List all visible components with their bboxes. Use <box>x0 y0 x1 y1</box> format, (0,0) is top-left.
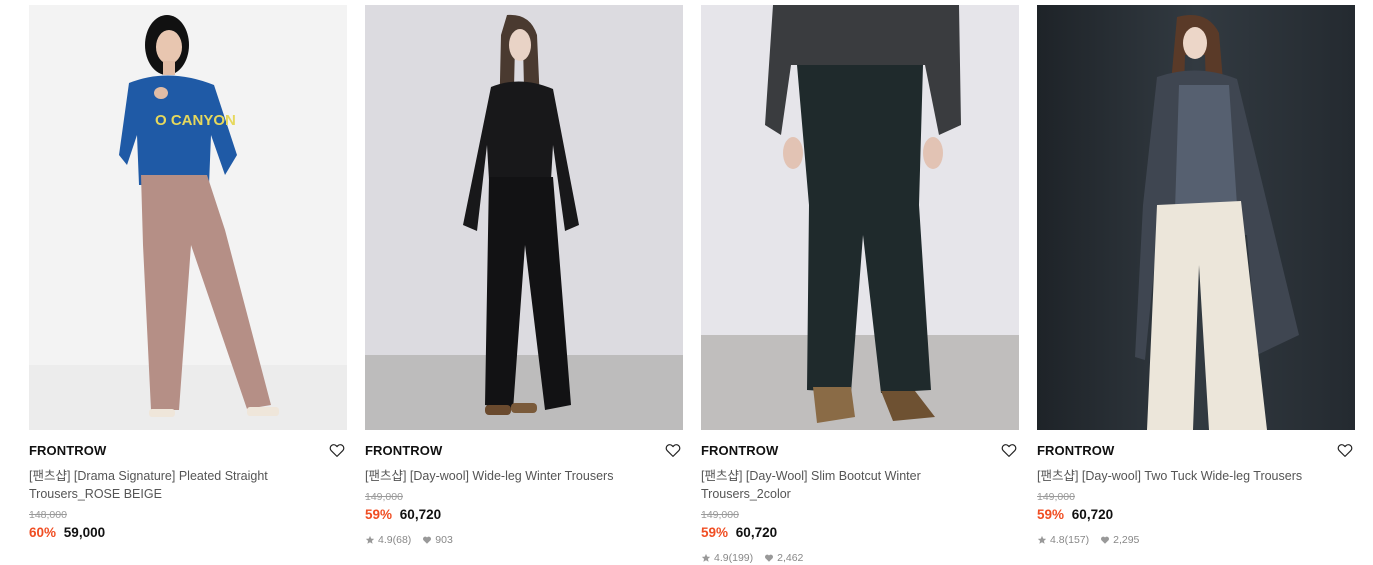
product-photo-2 <box>365 5 683 430</box>
product-info: FRONTROW [팬츠샵] [Day-wool] Two Tuck Wide-… <box>1037 430 1355 547</box>
sale-price: 60,720 <box>1071 507 1114 522</box>
product-image[interactable] <box>365 5 683 430</box>
wishlist-heart-icon[interactable] <box>1000 441 1018 459</box>
star-icon <box>365 535 375 544</box>
product-card[interactable]: FRONTROW [팬츠샵] [Day-Wool] Slim Bootcut W… <box>701 5 1019 565</box>
price-row: 60% 59,000 <box>29 524 347 542</box>
discount-rate: 59% <box>365 507 393 522</box>
sale-price: 60,720 <box>735 525 778 540</box>
product-info: FRONTROW [팬츠샵] [Day-Wool] Slim Bootcut W… <box>701 430 1019 565</box>
wishlist-heart-icon[interactable] <box>328 441 346 459</box>
product-card[interactable]: FRONTROW [팬츠샵] [Day-wool] Wide-leg Winte… <box>365 5 683 565</box>
product-name[interactable]: [팬츠샵] [Day-wool] Wide-leg Winter Trouser… <box>365 467 665 485</box>
price-row: 59% 60,720 <box>701 524 1019 542</box>
rating-likes: 4.9 (68) 903 <box>365 533 683 547</box>
discount-rate: 59% <box>1037 507 1065 522</box>
product-name[interactable]: [팬츠샵] [Drama Signature] Pleated Straight… <box>29 467 329 503</box>
brand-name[interactable]: FRONTROW <box>365 443 683 459</box>
original-price: 149,000 <box>365 491 403 503</box>
review-count: (157) <box>1064 534 1090 546</box>
product-image[interactable] <box>1037 5 1355 430</box>
sale-price: 60,720 <box>399 507 442 522</box>
price-row: 59% 60,720 <box>1037 506 1355 524</box>
product-card[interactable]: O CANYON FRONTROW [팬츠샵] [Drama Signature… <box>29 5 347 565</box>
product-image[interactable]: O CANYON <box>29 5 347 430</box>
rating-likes: 4.9 (199) 2,462 <box>701 551 1019 565</box>
brand-name[interactable]: FRONTROW <box>1037 443 1355 459</box>
discount-rate: 59% <box>701 525 729 540</box>
product-info: FRONTROW [팬츠샵] [Day-wool] Wide-leg Winte… <box>365 430 683 547</box>
price-row: 59% 60,720 <box>365 506 683 524</box>
original-price: 149,000 <box>1037 491 1075 503</box>
product-card[interactable]: FRONTROW [팬츠샵] [Day-wool] Two Tuck Wide-… <box>1037 5 1355 565</box>
product-name[interactable]: [팬츠샵] [Day-Wool] Slim Bootcut Winter Tro… <box>701 467 1001 503</box>
brand-name[interactable]: FRONTROW <box>701 443 1019 459</box>
product-name[interactable]: [팬츠샵] [Day-wool] Two Tuck Wide-leg Trous… <box>1037 467 1337 485</box>
sale-price: 59,000 <box>63 525 106 540</box>
product-grid: O CANYON FRONTROW [팬츠샵] [Drama Signature… <box>29 5 1355 565</box>
star-icon <box>701 553 711 562</box>
like-count: 2,295 <box>1113 534 1140 546</box>
star-icon <box>1037 535 1047 544</box>
rating-value: 4.9 <box>378 534 393 546</box>
original-price: 149,000 <box>701 509 739 521</box>
review-count: (68) <box>392 534 412 546</box>
product-photo-1: O CANYON <box>29 5 347 430</box>
like-icon <box>423 536 432 544</box>
wishlist-heart-icon[interactable] <box>1336 441 1354 459</box>
product-info: FRONTROW [팬츠샵] [Drama Signature] Pleated… <box>29 430 347 542</box>
rating-value: 4.8 <box>1050 534 1065 546</box>
brand-name[interactable]: FRONTROW <box>29 443 347 459</box>
product-photo-3 <box>701 5 1019 430</box>
rating-likes: 4.8 (157) 2,295 <box>1037 533 1355 547</box>
original-price: 148,000 <box>29 509 67 521</box>
wishlist-heart-icon[interactable] <box>664 441 682 459</box>
like-icon <box>1101 536 1110 544</box>
product-photo-4 <box>1037 5 1355 430</box>
like-count: 903 <box>435 534 453 546</box>
svg-text:O CANYON: O CANYON <box>155 112 236 129</box>
discount-rate: 60% <box>29 525 57 540</box>
like-icon <box>765 554 774 562</box>
product-image[interactable] <box>701 5 1019 430</box>
